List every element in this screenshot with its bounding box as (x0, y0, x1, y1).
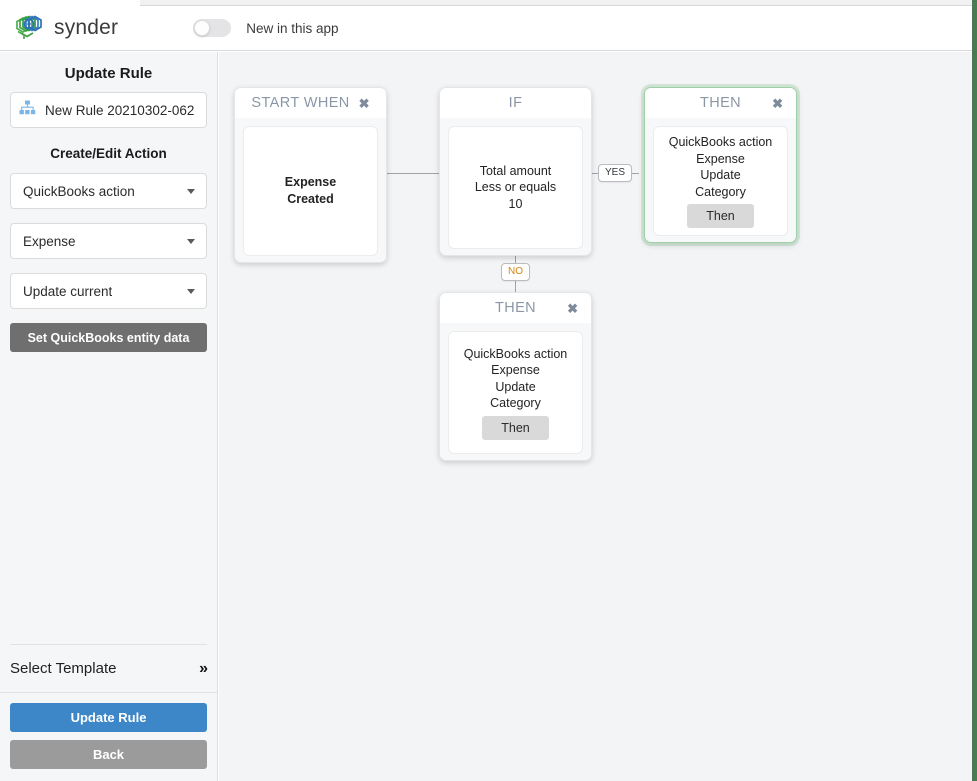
then-pill-button[interactable]: Then (482, 415, 549, 440)
close-icon[interactable]: ✖ (567, 302, 578, 315)
node-line: Expense (284, 175, 337, 189)
node-line: Created (287, 192, 334, 206)
node-line: 10 (508, 196, 523, 211)
node-if[interactable]: IF Total amount Less or equals 10 (439, 87, 592, 256)
chevron-down-icon (187, 289, 195, 294)
app-header: synder New in this app (0, 6, 972, 51)
brand[interactable]: synder (0, 11, 118, 45)
node-card-if[interactable]: Total amount Less or equals 10 (448, 126, 583, 249)
node-title-then-no: THEN (494, 300, 537, 316)
node-line: Update (495, 379, 536, 394)
toggle-label: New in this app (246, 20, 339, 36)
node-line: Total amount (479, 163, 552, 178)
new-in-this-app-toggle[interactable] (193, 19, 232, 37)
node-header-then-yes: THEN ✖ (645, 88, 796, 118)
back-button[interactable]: Back (10, 740, 207, 769)
chevron-down-icon (187, 239, 195, 244)
node-line: Expense (696, 151, 745, 166)
select-template-row[interactable]: Select Template » (10, 644, 208, 692)
rule-name-value: New Rule 20210302-062 (45, 102, 195, 118)
sidebar-footer: Update Rule Back (0, 692, 217, 781)
operation-type-value: Update current (23, 283, 113, 299)
double-chevron-right-icon: » (199, 659, 208, 677)
sidebar-content: Update Rule New Rule 20210302-062 Create… (0, 52, 217, 644)
rule-name-input[interactable]: New Rule 20210302-062 (10, 92, 207, 128)
select-template-label: Select Template (10, 660, 117, 677)
app-root: synder New in this app Update Rule New R… (0, 0, 977, 781)
node-line: QuickBooks action (463, 346, 568, 361)
action-type-select[interactable]: QuickBooks action (10, 173, 207, 209)
node-then-yes[interactable]: THEN ✖ QuickBooks action Expense Update … (644, 87, 797, 243)
brand-name: synder (54, 16, 119, 39)
then-pill-button[interactable]: Then (687, 204, 754, 228)
action-type-value: QuickBooks action (23, 183, 135, 199)
update-rule-button[interactable]: Update Rule (10, 703, 207, 732)
node-line: Less or equals (474, 180, 557, 195)
node-line: Expense (491, 363, 540, 377)
yes-badge: YES (598, 164, 633, 182)
node-title-then-yes: THEN (699, 95, 742, 111)
sitemap-icon (19, 100, 36, 120)
flowchart-canvas[interactable]: YES NO START WHEN ✖ Expense Created IF T… (219, 52, 972, 781)
node-line: QuickBooks action (668, 135, 773, 149)
node-line: Update (700, 168, 741, 182)
node-title-if: IF (508, 95, 523, 111)
page-title: Update Rule (64, 65, 153, 82)
node-header-then-no: THEN ✖ (440, 293, 591, 323)
entity-type-value: Expense (23, 233, 76, 249)
node-card-start-when[interactable]: Expense Created (243, 126, 378, 256)
operation-type-select[interactable]: Update current (10, 273, 207, 309)
node-body-start-when: Expense Created (235, 118, 386, 264)
set-entity-data-button[interactable]: Set QuickBooks entity data (10, 323, 207, 352)
close-icon[interactable]: ✖ (359, 97, 370, 110)
new-in-app-toggle-group: New in this app (193, 19, 339, 37)
entity-type-select[interactable]: Expense (10, 223, 207, 259)
node-header-start-when: START WHEN ✖ (235, 88, 386, 118)
node-line: Category (695, 184, 746, 199)
node-body-then-yes: QuickBooks action Expense Update Categor… (645, 118, 796, 244)
node-line: Category (490, 396, 541, 410)
node-header-if: IF (440, 88, 591, 118)
synder-hex-logo-icon (12, 11, 46, 45)
node-card-then-yes[interactable]: QuickBooks action Expense Update Categor… (653, 126, 788, 236)
node-card-then-no[interactable]: QuickBooks action Expense Update Categor… (448, 331, 583, 454)
chevron-down-icon (187, 189, 195, 194)
node-body-then-no: QuickBooks action Expense Update Categor… (440, 323, 591, 462)
node-start-when[interactable]: START WHEN ✖ Expense Created (234, 87, 387, 263)
sidebar: Update Rule New Rule 20210302-062 Create… (0, 52, 218, 781)
section-title: Create/Edit Action (50, 146, 167, 161)
close-icon[interactable]: ✖ (772, 97, 783, 110)
node-title-start-when: START WHEN (251, 95, 350, 111)
no-badge: NO (501, 263, 530, 281)
toggle-knob (194, 20, 211, 36)
node-then-no[interactable]: THEN ✖ QuickBooks action Expense Update … (439, 292, 592, 461)
node-body-if: Total amount Less or equals 10 (440, 118, 591, 257)
right-edge-strip (972, 0, 977, 781)
